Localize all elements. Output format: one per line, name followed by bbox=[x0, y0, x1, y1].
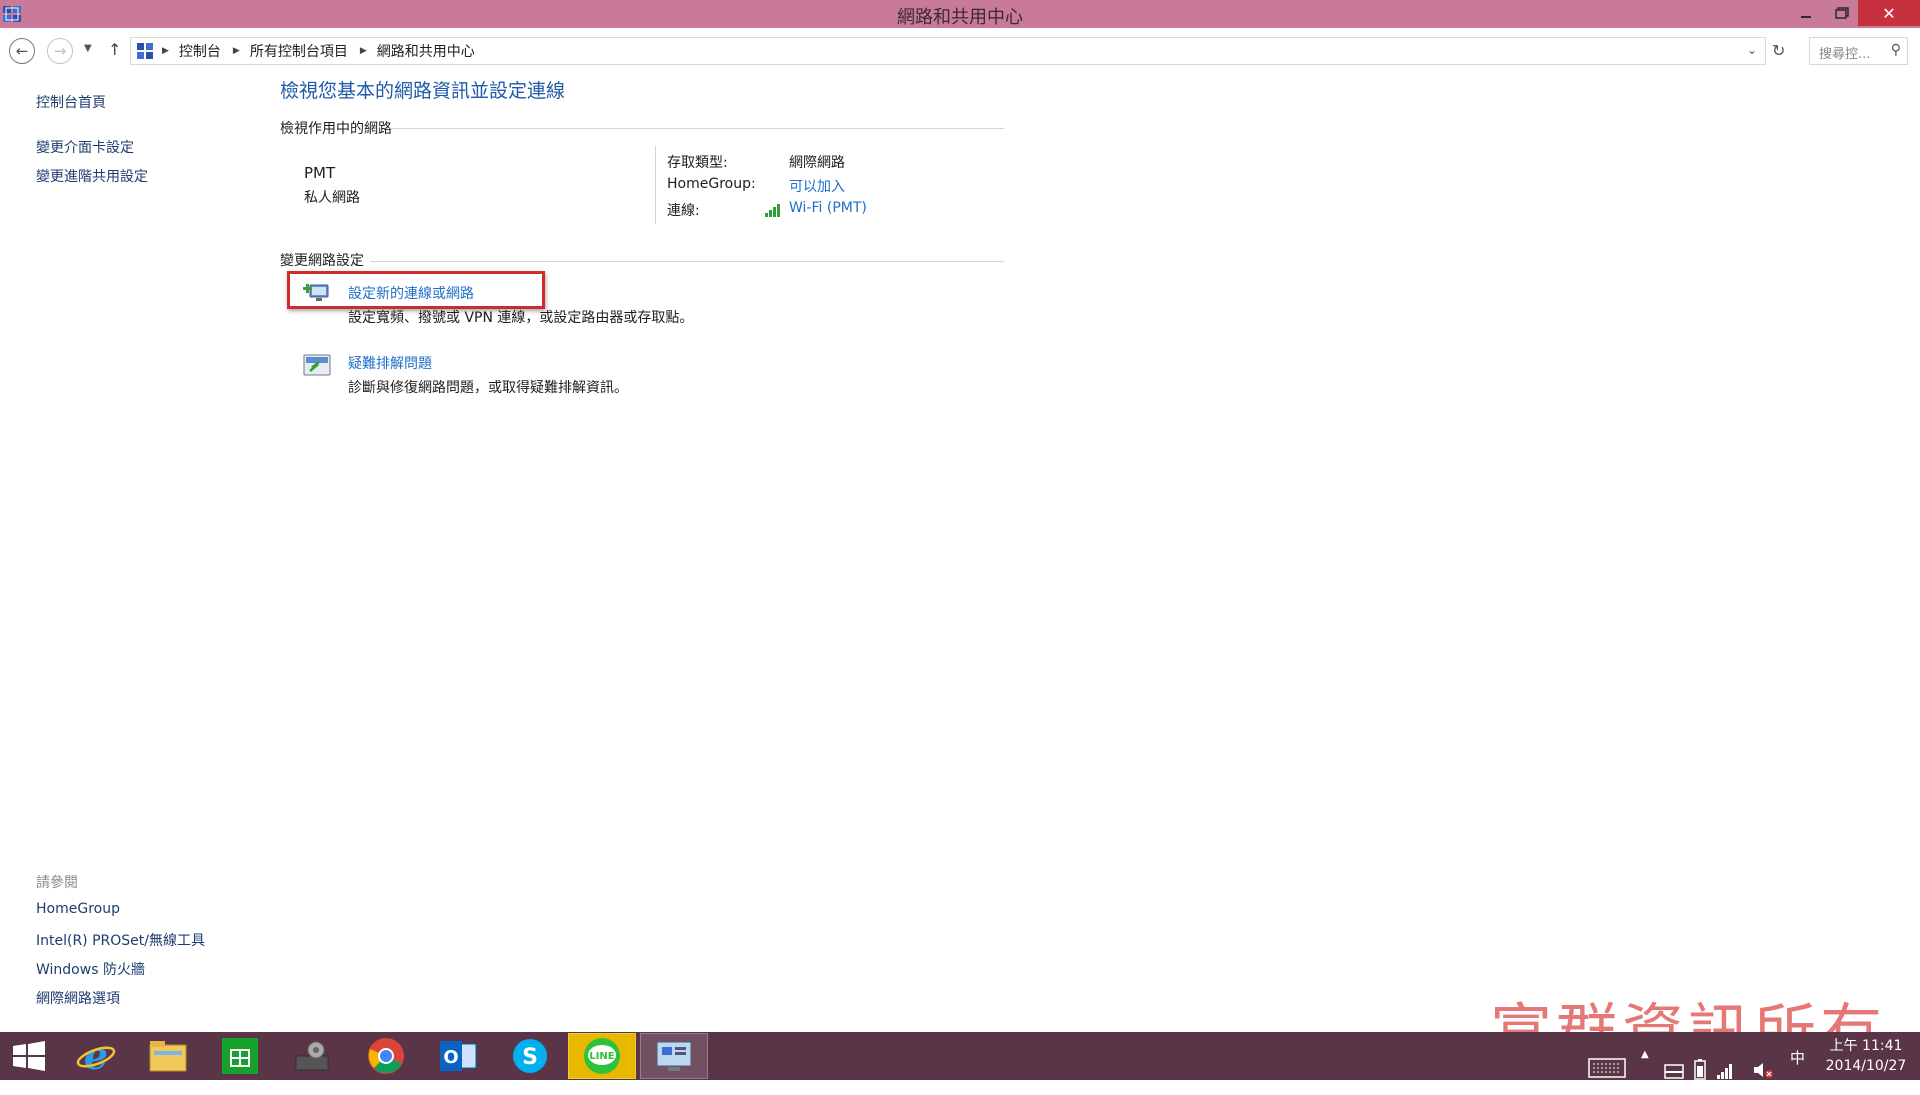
taskbar-line[interactable]: LINE bbox=[568, 1033, 636, 1079]
breadcrumb-separator-icon[interactable]: ▶ bbox=[360, 46, 367, 56]
see-also-intel-proset[interactable]: Intel(R) PROSet/無線工具 bbox=[36, 930, 205, 950]
svg-text:O: O bbox=[443, 1047, 458, 1068]
change-settings-heading: 變更網路設定 bbox=[280, 253, 364, 269]
window-title: 網路和共用中心 bbox=[897, 7, 1023, 28]
control-panel-icon bbox=[656, 1041, 692, 1071]
homegroup-join-link[interactable]: 可以加入 bbox=[789, 176, 845, 196]
network-divider bbox=[655, 146, 656, 224]
ime-indicator[interactable]: 中 bbox=[1790, 1047, 1805, 1068]
chevron-down-icon: ⌄ bbox=[1746, 43, 1757, 57]
minimize-button[interactable] bbox=[1786, 0, 1826, 26]
maximize-icon bbox=[1835, 7, 1849, 19]
file-explorer-icon bbox=[149, 1041, 187, 1072]
battery-icon[interactable] bbox=[1692, 1045, 1708, 1093]
see-also-homegroup[interactable]: HomeGroup bbox=[36, 901, 120, 917]
back-button[interactable]: ← bbox=[9, 38, 35, 64]
breadcrumb-separator-icon[interactable]: ▶ bbox=[233, 46, 240, 56]
sidebar-item-advanced-sharing[interactable]: 變更進階共用設定 bbox=[36, 166, 148, 186]
breadcrumb-item-network-center[interactable]: 網路和共用中心 bbox=[377, 41, 475, 61]
forward-button[interactable]: → bbox=[47, 38, 73, 64]
sidebar-item-home[interactable]: 控制台首頁 bbox=[36, 92, 106, 112]
taskbar-network-settings[interactable] bbox=[278, 1033, 346, 1079]
control-panel-icon bbox=[137, 43, 153, 59]
taskbar-internet-explorer[interactable]: e bbox=[62, 1033, 130, 1079]
taskbar-file-explorer[interactable] bbox=[134, 1033, 202, 1079]
chevron-up-icon: ▲ bbox=[1641, 1049, 1649, 1060]
chevron-down-icon: ▼ bbox=[84, 43, 92, 54]
wifi-connection-link[interactable]: Wi-Fi (PMT) bbox=[789, 200, 867, 216]
see-also-windows-firewall[interactable]: Windows 防火牆 bbox=[36, 959, 145, 979]
sidebar-item-adapter-settings[interactable]: 變更介面卡設定 bbox=[36, 137, 134, 157]
section-divider bbox=[370, 261, 1004, 262]
breadcrumb-item-all-items[interactable]: 所有控制台項目 bbox=[250, 41, 348, 61]
taskbar: e O S LINE bbox=[0, 1032, 1920, 1080]
breadcrumb-separator-icon[interactable]: ▶ bbox=[162, 46, 169, 56]
network-category: 私人網路 bbox=[304, 190, 360, 206]
search-icon[interactable]: ⚲ bbox=[1891, 42, 1901, 58]
clock-time: 上午 11:41 bbox=[1829, 1038, 1903, 1054]
title-bar[interactable]: 網路和共用中心 ✕ bbox=[0, 0, 1920, 28]
chrome-icon bbox=[368, 1038, 404, 1074]
highlight-box bbox=[287, 271, 545, 309]
taskbar-outlook[interactable]: O bbox=[424, 1033, 492, 1079]
svg-text:e: e bbox=[84, 1037, 108, 1075]
up-button[interactable]: ↑ bbox=[108, 40, 121, 59]
taskbar-store[interactable] bbox=[206, 1033, 274, 1079]
recent-locations-button[interactable]: ▼ bbox=[84, 43, 92, 54]
search-placeholder: 搜尋控... bbox=[1819, 47, 1871, 62]
troubleshoot-icon[interactable] bbox=[302, 352, 332, 378]
show-hidden-icons-button[interactable]: ▲ bbox=[1641, 1049, 1649, 1060]
see-also-title: 請參閱 bbox=[36, 875, 78, 891]
taskbar-skype[interactable]: S bbox=[496, 1033, 564, 1079]
close-icon: ✕ bbox=[1882, 3, 1896, 23]
troubleshoot-link[interactable]: 疑難排解問題 bbox=[348, 353, 432, 373]
outlook-icon: O bbox=[440, 1041, 477, 1071]
refresh-icon: ↻ bbox=[1772, 41, 1786, 60]
access-type-value: 網際網路 bbox=[789, 155, 845, 171]
svg-text:LINE: LINE bbox=[589, 1051, 614, 1062]
search-input[interactable]: 搜尋控... ⚲ bbox=[1809, 37, 1908, 65]
taskbar-clock[interactable]: 上午 11:41 2014/10/27 bbox=[1816, 1036, 1916, 1076]
arrow-right-icon: → bbox=[53, 42, 67, 60]
volume-muted-icon[interactable] bbox=[1752, 1046, 1774, 1094]
page-title: 檢視您基本的網路資訊並設定連線 bbox=[280, 80, 566, 102]
line-icon: LINE bbox=[584, 1038, 620, 1074]
section-divider bbox=[390, 128, 1004, 129]
keyboard-icon[interactable] bbox=[1588, 1044, 1626, 1092]
access-type-label: 存取類型: bbox=[667, 155, 728, 171]
action-center-icon[interactable] bbox=[1664, 1047, 1684, 1095]
connection-label: 連線: bbox=[667, 203, 700, 219]
setup-new-connection-desc: 設定寬頻、撥號或 VPN 連線，或設定路由器或存取點。 bbox=[348, 310, 694, 326]
start-button[interactable] bbox=[0, 1033, 58, 1079]
svg-text:S: S bbox=[522, 1045, 538, 1070]
refresh-button[interactable]: ↻ bbox=[1772, 41, 1785, 60]
address-history-dropdown[interactable]: ⌄ bbox=[1747, 43, 1757, 57]
network-settings-icon bbox=[295, 1041, 329, 1071]
active-networks-heading: 檢視作用中的網路 bbox=[280, 121, 392, 137]
wifi-status-icon[interactable] bbox=[1716, 1047, 1734, 1095]
arrow-up-icon: ↑ bbox=[108, 40, 122, 59]
address-bar[interactable]: ▶ 控制台 ▶ 所有控制台項目 ▶ 網路和共用中心 ⌄ bbox=[130, 37, 1766, 65]
minimize-icon bbox=[1801, 16, 1811, 18]
skype-icon: S bbox=[513, 1039, 547, 1073]
internet-explorer-icon: e bbox=[76, 1037, 116, 1075]
store-icon bbox=[222, 1038, 258, 1074]
network-sharing-center-window: 網路和共用中心 ✕ ← → ▼ ↑ ▶ 控制台 ▶ 所有控制台項目 ▶ 網路和共… bbox=[0, 0, 1920, 1069]
maximize-button[interactable] bbox=[1822, 0, 1862, 26]
troubleshoot-desc: 診斷與修復網路問題，或取得疑難排解資訊。 bbox=[348, 380, 628, 396]
close-button[interactable]: ✕ bbox=[1858, 0, 1920, 26]
start-icon bbox=[13, 1041, 45, 1071]
wifi-signal-icon bbox=[765, 204, 780, 217]
see-also-internet-options[interactable]: 網際網路選項 bbox=[36, 988, 120, 1008]
address-row: ← → ▼ ↑ ▶ 控制台 ▶ 所有控制台項目 ▶ 網路和共用中心 ⌄ ↻ 搜尋… bbox=[0, 34, 1920, 66]
breadcrumb: ▶ 控制台 ▶ 所有控制台項目 ▶ 網路和共用中心 bbox=[160, 41, 475, 61]
network-name: PMT bbox=[304, 164, 336, 182]
homegroup-label: HomeGroup: bbox=[667, 176, 756, 192]
breadcrumb-item-control-panel[interactable]: 控制台 bbox=[179, 41, 221, 61]
taskbar-chrome[interactable] bbox=[352, 1033, 420, 1079]
clock-date: 2014/10/27 bbox=[1825, 1058, 1907, 1074]
taskbar-control-panel[interactable] bbox=[640, 1033, 708, 1079]
arrow-left-icon: ← bbox=[15, 42, 29, 60]
